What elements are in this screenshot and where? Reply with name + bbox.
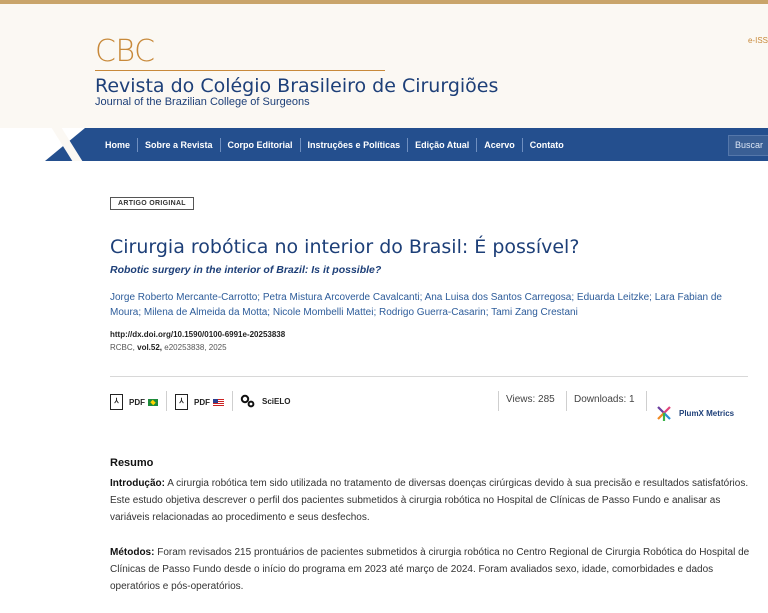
cite-rest: e20253838, 2025 [164, 343, 227, 352]
citation-line: RCBC, vol.52, e20253838, 2025 [110, 343, 227, 352]
cite-volume: vol.52, [137, 343, 163, 352]
abstract-introduction: Introdução: A cirurgia robótica tem sido… [110, 475, 750, 526]
toolbar-divider [498, 391, 499, 411]
intro-label: Introdução: [110, 478, 165, 489]
journal-title-en: Journal of the Brazilian College of Surg… [95, 96, 310, 108]
abstract-methods: Métodos: Foram revisados 215 prontuários… [110, 544, 750, 595]
nav-menu: Home Sobre a Revista Corpo Editorial Ins… [105, 128, 571, 161]
pdf-icon: ⅄ [110, 394, 123, 410]
logo-cbc[interactable]: CBC [95, 34, 155, 69]
scielo-icon [240, 394, 255, 408]
toolbar-divider [566, 391, 567, 411]
toolbar-divider [232, 391, 233, 411]
search-button[interactable]: Buscar [728, 135, 768, 156]
nav-instrucoes-e-politicas[interactable]: Instruções e Políticas [301, 137, 409, 152]
toolbar-divider [646, 391, 647, 411]
plumx-label: PlumX Metrics [679, 408, 735, 418]
author-list[interactable]: Jorge Roberto Mercante-Carrotto; Petra M… [110, 290, 750, 320]
methods-label: Métodos: [110, 547, 155, 558]
toolbar-divider [166, 391, 167, 411]
pdf-en-label: PDF [194, 397, 210, 407]
methods-text: Foram revisados 215 prontuários de pacie… [110, 547, 750, 592]
pdf-en-link[interactable]: ⅄ PDF [175, 394, 224, 410]
nav-corpo-editorial[interactable]: Corpo Editorial [221, 137, 301, 152]
scielo-link[interactable]: SciELO [240, 394, 290, 408]
article-title-en: Robotic surgery in the interior of Brazi… [110, 264, 382, 276]
nav-edicao-atual[interactable]: Edição Atual [408, 137, 478, 152]
nav-home[interactable]: Home [105, 137, 139, 152]
downloads-count: Downloads: 1 [574, 394, 635, 405]
abstract-heading: Resumo [110, 457, 154, 469]
doi-link[interactable]: http://dx.doi.org/10.1590/0100-6991e-202… [110, 330, 285, 339]
views-count: Views: 285 [506, 394, 555, 405]
eissn-label: e-ISS [747, 36, 768, 45]
article-title-pt: Cirurgia robótica no interior do Brasil:… [110, 236, 580, 258]
site-header: CBC Revista do Colégio Brasileiro de Cir… [0, 4, 768, 128]
pdf-pt-link[interactable]: ⅄ PDF [110, 394, 158, 410]
pdf-icon: ⅄ [175, 394, 188, 410]
nav-sobre-a-revista[interactable]: Sobre a Revista [138, 137, 221, 152]
nav-contato[interactable]: Contato [523, 138, 571, 152]
pdf-pt-label: PDF [129, 397, 145, 407]
nav-acervo[interactable]: Acervo [477, 137, 523, 152]
plumx-metrics-link[interactable]: PlumX Metrics [655, 404, 734, 422]
brazil-flag-icon [148, 398, 158, 406]
cite-prefix: RCBC, [110, 343, 135, 352]
article-type-badge: ARTIGO ORIGINAL [110, 197, 194, 210]
logo-divider [95, 70, 385, 71]
scielo-label: SciELO [262, 396, 291, 406]
us-flag-icon [213, 398, 224, 406]
intro-text: A cirurgia robótica tem sido utilizada n… [110, 478, 749, 523]
article-toolbar: ⅄ PDF ⅄ PDF SciELO Views: 285 Downloads:… [110, 376, 748, 417]
journal-title-pt[interactable]: Revista do Colégio Brasileiro de Cirurgi… [95, 75, 498, 97]
plumx-icon [657, 406, 671, 421]
